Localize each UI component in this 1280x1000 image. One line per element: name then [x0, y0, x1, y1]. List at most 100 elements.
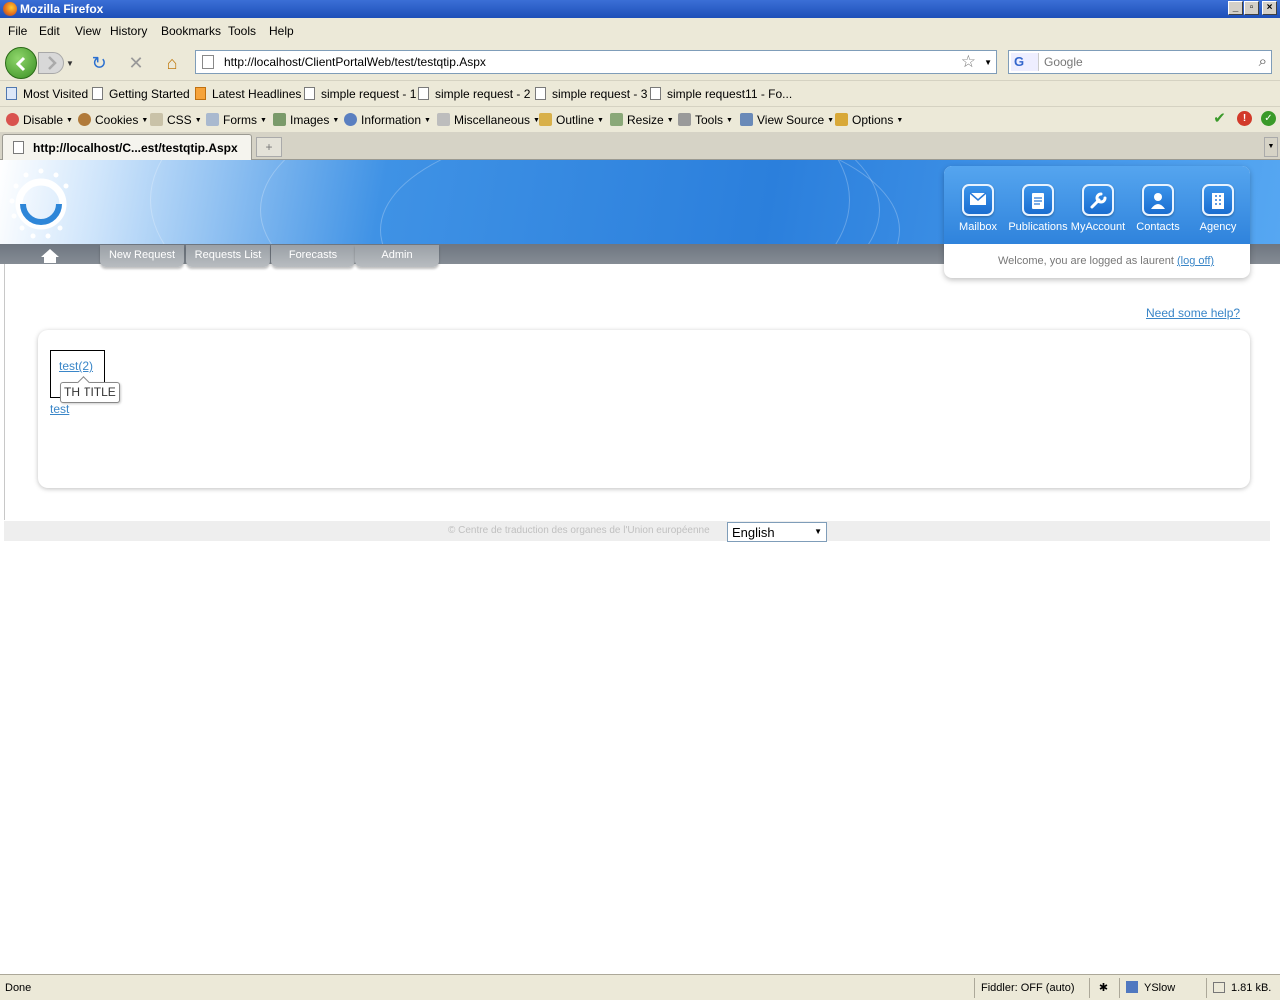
language-select[interactable]: English ▼	[727, 522, 827, 542]
search-icon[interactable]: ⌕	[1259, 53, 1267, 70]
search-engine-icon[interactable]: G	[1011, 53, 1039, 71]
bookmark-getting-started[interactable]: Getting Started	[92, 87, 190, 101]
site-home-icon[interactable]	[40, 248, 60, 264]
dev-cookies-menu[interactable]: Cookies ▼	[78, 113, 148, 127]
dev-label: CSS	[167, 113, 192, 127]
url-bar[interactable]: http://localhost/ClientPortalWeb/test/te…	[195, 50, 997, 74]
bookmark-most-visited[interactable]: Most Visited	[6, 87, 88, 101]
new-tab-button[interactable]: +	[256, 137, 282, 157]
dev-label: Cookies	[95, 113, 139, 127]
web-developer-toolbar: Disable ▼ Cookies ▼ CSS ▼ Forms ▼ Images ▼ In…	[0, 106, 1280, 132]
dev-label: Images	[290, 113, 330, 127]
page-icon	[202, 55, 214, 69]
navigation-toolbar: ▼ ↻ ✕ ⌂ http://localhost/ClientPortalWeb…	[0, 44, 1280, 80]
reload-icon[interactable]: ↻	[88, 52, 110, 74]
window-titlebar: Mozilla Firefox _ ▫ ×	[0, 0, 1280, 18]
html-valid-icon[interactable]: ✓	[1261, 111, 1276, 126]
dev-tools-menu[interactable]: Tools ▼	[678, 113, 733, 127]
tools-icon	[678, 113, 691, 126]
quick-link-publications[interactable]: Publications	[1008, 184, 1068, 233]
firebug-icon[interactable]: ✱	[1089, 978, 1117, 998]
quick-link-agency[interactable]: Agency	[1188, 184, 1248, 233]
forward-button[interactable]	[38, 52, 64, 74]
test-link-1[interactable]: test(2)	[59, 359, 93, 373]
tooltip: TH TITLE	[60, 382, 120, 403]
quick-link-myaccount[interactable]: MyAccount	[1068, 184, 1128, 233]
bookmark-label: simple request - 1	[321, 87, 417, 101]
css-icon	[150, 113, 163, 126]
yslow-status[interactable]: YSlow	[1119, 978, 1203, 998]
home-icon[interactable]: ⌂	[161, 52, 183, 74]
chevron-down-icon: ▼	[814, 527, 822, 536]
page-icon	[535, 87, 546, 100]
help-link[interactable]: Need some help?	[1146, 306, 1240, 320]
bookmark-label: simple request - 3	[552, 87, 648, 101]
document-icon	[1032, 193, 1044, 209]
bookmark-star-icon[interactable]: ☆	[961, 52, 976, 72]
menu-view[interactable]: View	[75, 24, 101, 38]
menu-edit[interactable]: Edit	[39, 24, 60, 38]
url-dropdown-icon[interactable]: ▼	[984, 58, 992, 67]
miscellaneous-icon	[437, 113, 450, 126]
search-placeholder[interactable]: Google	[1044, 55, 1083, 69]
menu-bar: File Edit View History Bookmarks Tools H…	[0, 18, 1280, 44]
page-icon	[418, 87, 429, 100]
menu-bookmarks[interactable]: Bookmarks	[161, 24, 221, 38]
rss-icon	[195, 87, 206, 100]
dev-outline-menu[interactable]: Outline ▼	[539, 113, 604, 127]
dev-information-menu[interactable]: Information ▼	[344, 113, 431, 127]
dev-miscellaneous-menu[interactable]: Miscellaneous ▼	[437, 113, 540, 127]
quick-link-label: Mailbox	[959, 221, 997, 233]
language-value: English	[732, 525, 775, 540]
site-logo[interactable]	[8, 166, 74, 240]
close-button[interactable]: ×	[1262, 1, 1277, 15]
bookmark-latest-headlines[interactable]: Latest Headlines	[195, 87, 301, 101]
dev-label: Resize	[627, 113, 664, 127]
page-icon	[304, 87, 315, 100]
disable-icon	[6, 113, 19, 126]
url-text[interactable]: http://localhost/ClientPortalWeb/test/te…	[224, 55, 486, 69]
quick-link-mailbox[interactable]: Mailbox	[948, 184, 1008, 233]
bookmark-simple-request11[interactable]: simple request11 - Fo...	[650, 87, 792, 101]
test-link-2[interactable]: test	[50, 402, 69, 416]
page-size-label: 1.81 kB.	[1231, 982, 1272, 994]
menu-help[interactable]: Help	[269, 24, 294, 38]
dev-options-menu[interactable]: Options ▼	[835, 113, 903, 127]
bookmark-label: Latest Headlines	[212, 87, 302, 101]
quick-link-contacts[interactable]: Contacts	[1128, 184, 1188, 233]
dev-view-source-menu[interactable]: View Source ▼	[740, 113, 834, 127]
quick-link-label: Contacts	[1136, 221, 1180, 233]
bookmark-label: Getting Started	[109, 87, 190, 101]
list-all-tabs-button[interactable]: ▼	[1264, 137, 1278, 157]
dev-forms-menu[interactable]: Forms ▼	[206, 113, 267, 127]
menu-tools[interactable]: Tools	[228, 24, 256, 38]
menu-file[interactable]: File	[8, 24, 27, 38]
tab-active[interactable]: http://localhost/C...est/testqtip.Aspx	[2, 134, 252, 160]
bookmarks-toolbar: Most Visited Getting Started Latest Head…	[0, 80, 1280, 106]
search-box[interactable]: G Google ⌕	[1008, 50, 1272, 74]
chart-icon	[1213, 982, 1225, 993]
bookmark-label: simple request11 - Fo...	[667, 87, 793, 101]
bookmark-simple-request-3[interactable]: simple request - 3	[535, 87, 647, 101]
dev-label: Outline	[556, 113, 595, 127]
dev-css-menu[interactable]: CSS ▼	[150, 113, 202, 127]
dev-images-menu[interactable]: Images ▼	[273, 113, 339, 127]
css-valid-icon[interactable]: ✔	[1212, 111, 1227, 126]
maximize-button[interactable]: ▫	[1244, 1, 1259, 15]
fiddler-status[interactable]: Fiddler: OFF (auto)	[974, 978, 1086, 998]
stop-icon[interactable]: ✕	[125, 52, 147, 74]
history-dropdown-icon[interactable]: ▼	[66, 59, 74, 68]
back-button[interactable]	[5, 47, 37, 79]
js-error-icon[interactable]: !	[1237, 111, 1252, 126]
bookmark-simple-request-1[interactable]: simple request - 1	[304, 87, 416, 101]
outline-icon	[539, 113, 552, 126]
minimize-button[interactable]: _	[1228, 1, 1243, 15]
dev-resize-menu[interactable]: Resize ▼	[610, 113, 674, 127]
building-icon	[1212, 193, 1224, 209]
dev-disable-menu[interactable]: Disable ▼	[6, 113, 73, 127]
back-arrow-icon	[15, 56, 26, 72]
bookmark-simple-request-2[interactable]: simple request - 2	[418, 87, 530, 101]
menu-history[interactable]: History	[110, 24, 147, 38]
page-size-status[interactable]: 1.81 kB.	[1206, 978, 1278, 998]
person-icon	[1151, 193, 1165, 209]
